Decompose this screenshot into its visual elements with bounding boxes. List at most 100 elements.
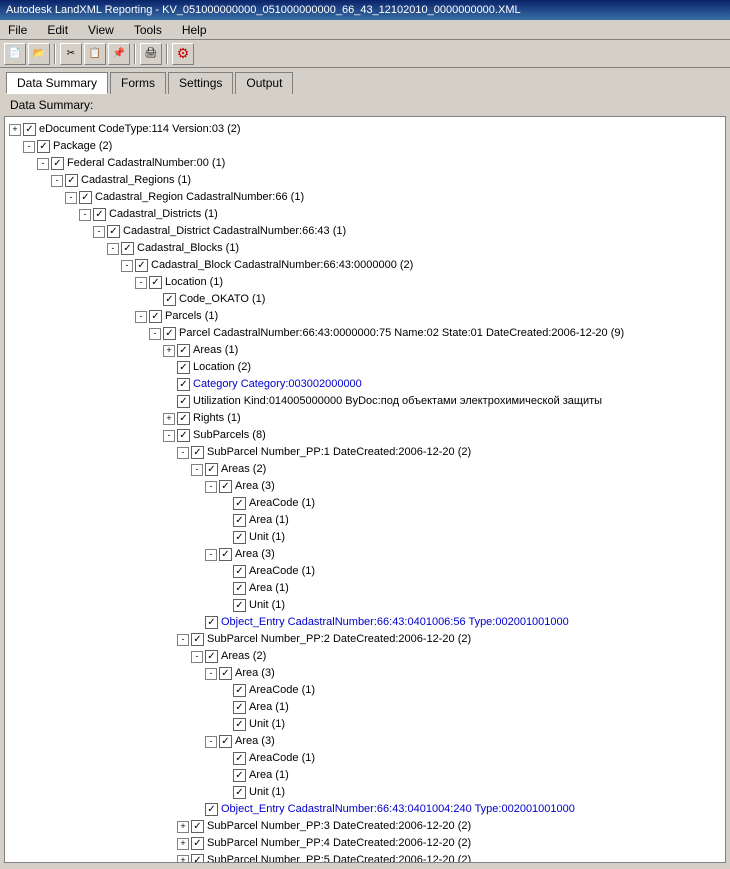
toolbar-print[interactable]: 🖨 bbox=[140, 43, 162, 65]
tree-expander[interactable]: - bbox=[51, 175, 63, 187]
tree-checkbox[interactable] bbox=[205, 650, 218, 663]
tree-expander[interactable]: - bbox=[191, 464, 203, 476]
tab-settings[interactable]: Settings bbox=[168, 72, 233, 94]
tree-checkbox[interactable] bbox=[149, 310, 162, 323]
toolbar-copy[interactable]: 📋 bbox=[84, 43, 106, 65]
tree-label: Areas (1) bbox=[193, 342, 238, 359]
tree-checkbox[interactable] bbox=[233, 599, 246, 612]
tree-checkbox[interactable] bbox=[79, 191, 92, 204]
tree-checkbox[interactable] bbox=[191, 633, 204, 646]
tree-expander[interactable]: - bbox=[163, 430, 175, 442]
tree-checkbox[interactable] bbox=[233, 752, 246, 765]
tab-output[interactable]: Output bbox=[235, 72, 293, 94]
tree-checkbox[interactable] bbox=[135, 259, 148, 272]
tree-expander[interactable]: - bbox=[205, 668, 217, 680]
window-title: Autodesk LandXML Reporting - KV_05100000… bbox=[6, 4, 521, 16]
menu-view[interactable]: View bbox=[84, 22, 118, 38]
tree-checkbox[interactable] bbox=[65, 174, 78, 187]
tree-checkbox[interactable] bbox=[177, 378, 190, 391]
tree-label: Unit (1) bbox=[249, 529, 285, 546]
menu-tools[interactable]: Tools bbox=[130, 22, 166, 38]
tree-expander[interactable]: + bbox=[9, 124, 21, 136]
tab-data-summary[interactable]: Data Summary bbox=[6, 72, 108, 94]
tree-row: Unit (1) bbox=[9, 716, 721, 733]
tree-checkbox[interactable] bbox=[233, 786, 246, 799]
tree-checkbox[interactable] bbox=[177, 395, 190, 408]
tree-checkbox[interactable] bbox=[219, 548, 232, 561]
tree-row: -SubParcel Number_PP:2 DateCreated:2006-… bbox=[9, 631, 721, 648]
menu-help[interactable]: Help bbox=[178, 22, 211, 38]
tree-checkbox[interactable] bbox=[177, 412, 190, 425]
tree-label: Unit (1) bbox=[249, 597, 285, 614]
tree-checkbox[interactable] bbox=[233, 684, 246, 697]
tree-checkbox[interactable] bbox=[191, 820, 204, 833]
tree-checkbox[interactable] bbox=[93, 208, 106, 221]
toolbar-open[interactable]: 📂 bbox=[28, 43, 50, 65]
tree-expander[interactable]: - bbox=[65, 192, 77, 204]
tree-expander[interactable]: + bbox=[163, 345, 175, 357]
tree-checkbox[interactable] bbox=[191, 854, 204, 863]
tree-checkbox[interactable] bbox=[177, 344, 190, 357]
tree-expander[interactable]: - bbox=[79, 209, 91, 221]
tree-checkbox[interactable] bbox=[163, 327, 176, 340]
tree-expander[interactable]: - bbox=[205, 481, 217, 493]
tree-row: Object_Entry CadastralNumber:66:43:04010… bbox=[9, 801, 721, 818]
tree-checkbox[interactable] bbox=[37, 140, 50, 153]
toolbar-new[interactable]: 📄 bbox=[4, 43, 26, 65]
tree-checkbox[interactable] bbox=[149, 276, 162, 289]
tree-checkbox[interactable] bbox=[233, 531, 246, 544]
tree-checkbox[interactable] bbox=[233, 565, 246, 578]
tree-row: Unit (1) bbox=[9, 529, 721, 546]
tree-checkbox[interactable] bbox=[219, 735, 232, 748]
toolbar-cut[interactable]: ✂ bbox=[60, 43, 82, 65]
tree-checkbox[interactable] bbox=[219, 667, 232, 680]
tree-checkbox[interactable] bbox=[233, 514, 246, 527]
tree-row: -Area (3) bbox=[9, 665, 721, 682]
tree-expander[interactable]: - bbox=[149, 328, 161, 340]
tree-row: +SubParcel Number_PP:4 DateCreated:2006-… bbox=[9, 835, 721, 852]
tree-checkbox[interactable] bbox=[219, 480, 232, 493]
tree-checkbox[interactable] bbox=[205, 616, 218, 629]
tree-expander[interactable]: + bbox=[177, 821, 189, 833]
tree-expander[interactable]: + bbox=[163, 413, 175, 425]
tree-expander[interactable]: - bbox=[177, 447, 189, 459]
tree-checkbox[interactable] bbox=[177, 361, 190, 374]
tree-checkbox[interactable] bbox=[205, 803, 218, 816]
tree-expander[interactable]: - bbox=[37, 158, 49, 170]
tree-expander[interactable]: - bbox=[135, 311, 147, 323]
tree-expander[interactable]: - bbox=[177, 634, 189, 646]
tree-checkbox[interactable] bbox=[233, 582, 246, 595]
tree-expander[interactable]: - bbox=[205, 736, 217, 748]
tree-checkbox[interactable] bbox=[205, 463, 218, 476]
tree-expander[interactable]: - bbox=[121, 260, 133, 272]
tree-label: Areas (2) bbox=[221, 461, 266, 478]
tree-checkbox[interactable] bbox=[51, 157, 64, 170]
tree-expander[interactable]: - bbox=[23, 141, 35, 153]
tree-checkbox[interactable] bbox=[233, 497, 246, 510]
tree-expander[interactable]: - bbox=[191, 651, 203, 663]
tab-forms[interactable]: Forms bbox=[110, 72, 166, 94]
tree-expander[interactable]: + bbox=[177, 855, 189, 864]
tree-label: AreaCode (1) bbox=[249, 750, 315, 767]
tree-checkbox[interactable] bbox=[233, 701, 246, 714]
toolbar-paste[interactable]: 📌 bbox=[108, 43, 130, 65]
tree-checkbox[interactable] bbox=[121, 242, 134, 255]
tree-expander[interactable]: + bbox=[177, 838, 189, 850]
tree-checkbox[interactable] bbox=[107, 225, 120, 238]
tree-row: Area (1) bbox=[9, 580, 721, 597]
tree-checkbox[interactable] bbox=[191, 837, 204, 850]
tree-row: +eDocument CodeType:114 Version:03 (2) bbox=[9, 121, 721, 138]
tree-checkbox[interactable] bbox=[233, 718, 246, 731]
tree-expander[interactable]: - bbox=[135, 277, 147, 289]
tree-checkbox[interactable] bbox=[163, 293, 176, 306]
menu-file[interactable]: File bbox=[4, 22, 31, 38]
tree-checkbox[interactable] bbox=[233, 769, 246, 782]
toolbar-special[interactable]: ⚙ bbox=[172, 43, 194, 65]
tree-expander[interactable]: - bbox=[107, 243, 119, 255]
menu-edit[interactable]: Edit bbox=[43, 22, 72, 38]
tree-checkbox[interactable] bbox=[191, 446, 204, 459]
tree-expander[interactable]: - bbox=[205, 549, 217, 561]
tree-checkbox[interactable] bbox=[177, 429, 190, 442]
tree-expander[interactable]: - bbox=[93, 226, 105, 238]
tree-checkbox[interactable] bbox=[23, 123, 36, 136]
